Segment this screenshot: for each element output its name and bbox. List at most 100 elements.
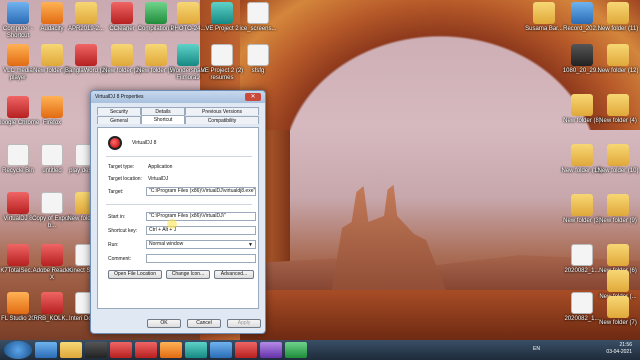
tab-strip: Security Details Previous Versions Gener… — [97, 107, 259, 129]
tab-shortcut[interactable]: Shortcut — [141, 115, 185, 124]
folder-icon — [607, 44, 629, 66]
chrome-icon — [7, 96, 29, 118]
divider — [106, 204, 252, 205]
rock-spires — [330, 184, 450, 300]
properties-dialog: VirtualDJ 8 Properties ✕ Security Detail… — [90, 90, 266, 334]
clock-time: 21:56 — [619, 342, 632, 348]
app-name: VirtualDJ 8 — [132, 140, 157, 146]
clock-date: 03-04-2021 — [606, 349, 632, 355]
desktop-icon-label: ice_screens... — [239, 26, 277, 32]
word-icon — [75, 44, 97, 66]
tab-security[interactable]: Security — [97, 107, 141, 115]
folder-icon — [571, 194, 593, 216]
file-icon — [571, 292, 593, 314]
k7-icon — [7, 244, 29, 266]
pdf-icon — [41, 292, 63, 314]
desktop-icon-label: New folder (10) — [597, 168, 639, 174]
tab-compatibility[interactable]: Compatibility — [185, 116, 259, 124]
dialog-titlebar[interactable]: VirtualDJ 8 Properties ✕ — [91, 91, 265, 103]
change-icon-button[interactable]: Change Icon... — [166, 270, 210, 279]
desktop-icon[interactable]: ice_screens... — [236, 2, 280, 33]
dialog-title: VirtualDJ 8 Properties — [95, 94, 144, 100]
cancel-button[interactable]: Cancel — [187, 319, 221, 328]
desktop-icon[interactable]: New folder (7) — [596, 296, 640, 327]
tab-general[interactable]: General — [97, 116, 141, 124]
desktop-icon-label: New folder (12) — [597, 68, 639, 74]
file-icon — [571, 244, 593, 266]
ok-button[interactable]: OK — [147, 319, 181, 328]
word-icon[interactable] — [210, 342, 232, 358]
desktop-icon[interactable]: New folder (11) — [596, 2, 640, 33]
folder-icon — [607, 296, 629, 318]
tab-details[interactable]: Details — [141, 107, 185, 115]
run-select[interactable]: Normal window ▼ — [146, 240, 256, 249]
desktop-icon-label: Firefox — [42, 120, 62, 126]
desktop-icon[interactable]: New folder (9) — [596, 194, 640, 225]
folder-icon — [607, 270, 629, 292]
run-select-value: Normal window — [149, 241, 184, 247]
excel-icon — [145, 2, 167, 24]
cursor-highlight — [167, 219, 177, 229]
shortcut-panel: VirtualDJ 8 Target type: Application Tar… — [97, 127, 259, 309]
desktop-icon[interactable]: sfsfg — [236, 44, 280, 75]
target-location-label: Target location: — [108, 176, 142, 182]
recycle-bin-icon — [7, 144, 29, 166]
divider — [106, 156, 252, 157]
desktop-icon[interactable]: Firefox — [30, 96, 74, 127]
file-icon — [41, 192, 63, 214]
folder-icon — [41, 44, 63, 66]
folder-icon — [177, 2, 199, 24]
folder-icon[interactable] — [60, 342, 82, 358]
folder-icon — [145, 44, 167, 66]
start-button[interactable] — [4, 341, 32, 359]
file-icon — [41, 144, 63, 166]
firefox-icon[interactable] — [160, 342, 182, 358]
comment-field[interactable] — [146, 254, 256, 263]
folder-icon — [607, 2, 629, 24]
folder-icon — [607, 144, 629, 166]
opera-icon[interactable] — [135, 342, 157, 358]
advanced-button[interactable]: Advanced... — [214, 270, 254, 279]
chrome-icon[interactable] — [110, 342, 132, 358]
adobe-icon — [41, 244, 63, 266]
media-player-icon[interactable] — [85, 342, 107, 358]
computer-icon — [7, 2, 29, 24]
virtualdj-icon — [108, 136, 122, 150]
file-icon — [571, 44, 593, 66]
file-icon — [247, 2, 269, 24]
desktop-icon[interactable]: New folder (10) — [596, 144, 640, 175]
open-file-location-button[interactable]: Open File Location — [108, 270, 162, 279]
excel-icon[interactable] — [285, 342, 307, 358]
ccleaner-icon — [111, 2, 133, 24]
shortcut-key-field[interactable]: Ctrl + Alt + J — [146, 226, 256, 235]
folder-icon — [75, 2, 97, 24]
folder-icon — [111, 44, 133, 66]
language-indicator[interactable]: EN — [533, 346, 540, 352]
app-icon[interactable] — [260, 342, 282, 358]
folder-icon — [571, 94, 593, 116]
folder-icon — [607, 244, 629, 266]
target-location-value: VirtualDJ — [148, 176, 169, 182]
chevron-down-icon: ▼ — [248, 242, 253, 248]
start-in-field[interactable]: "C:\Program Files (x86)\VirtualDJ\" — [146, 212, 256, 221]
virtualdj-icon — [7, 192, 29, 214]
apply-button[interactable]: Apply — [227, 319, 261, 328]
file-icon — [571, 2, 593, 24]
flstudio-icon — [7, 292, 29, 314]
tab-previous-versions[interactable]: Previous Versions — [185, 107, 259, 115]
close-icon[interactable]: ✕ — [245, 93, 261, 101]
run-label: Run: — [108, 242, 119, 248]
explorer-icon[interactable] — [35, 342, 57, 358]
filmora-icon[interactable] — [185, 342, 207, 358]
shortcut-key-label: Shortcut key: — [108, 228, 138, 234]
file-icon — [247, 44, 269, 66]
comment-label: Comment: — [108, 256, 132, 262]
target-field[interactable]: "C:\Program Files (x86)\VirtualDJ\virtua… — [146, 187, 256, 196]
filmora-icon — [177, 44, 199, 66]
desktop-icon[interactable]: New folder (4) — [596, 94, 640, 125]
target-label: Target: — [108, 189, 124, 195]
desktop-icon[interactable]: New folder (12) — [596, 44, 640, 75]
virtualdj-icon[interactable] — [235, 342, 257, 358]
vlc-icon — [7, 44, 29, 66]
clock[interactable]: 21:56 03-04-2021 — [606, 342, 632, 356]
